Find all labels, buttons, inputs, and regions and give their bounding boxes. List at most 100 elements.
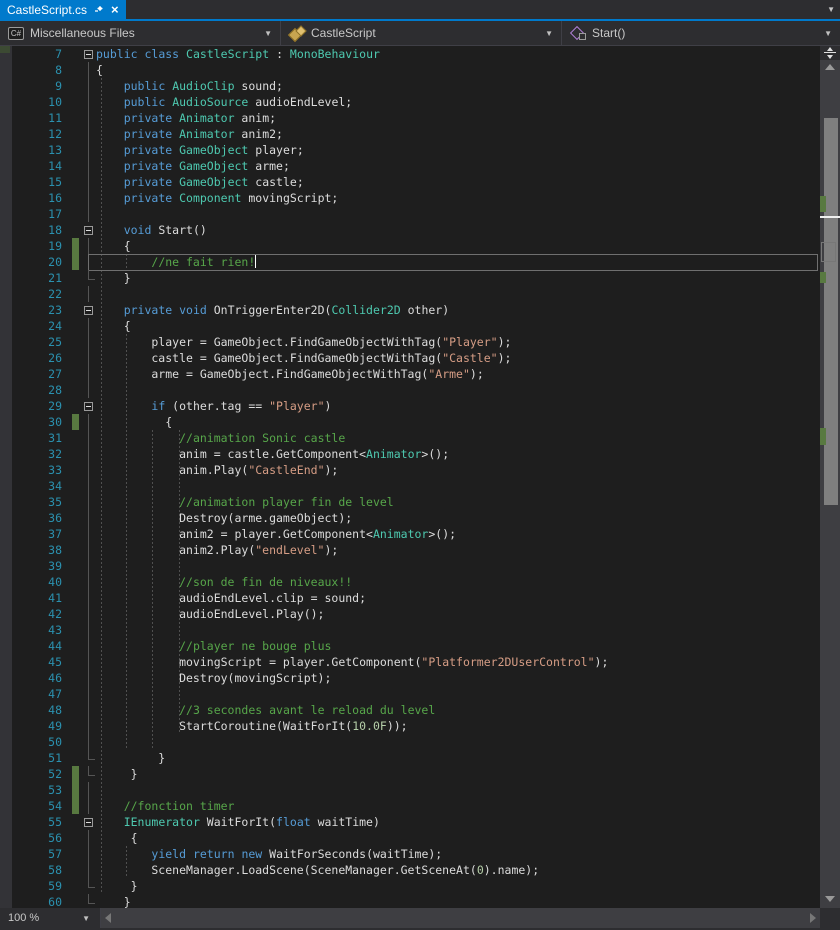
- code-line[interactable]: 26 castle = GameObject.FindGameObjectWit…: [0, 350, 820, 366]
- outlining-margin: [82, 366, 96, 382]
- code-line[interactable]: 40 //son de fin de niveaux!!: [0, 574, 820, 590]
- code-line[interactable]: 39: [0, 558, 820, 574]
- code-text: StartCoroutine(WaitForIt(10.0F));: [96, 718, 408, 734]
- code-line[interactable]: 48 //3 secondes avant le reload du level: [0, 702, 820, 718]
- vertical-scrollbar[interactable]: [820, 46, 840, 908]
- tab-label: CastleScript.cs: [7, 3, 87, 17]
- code-line[interactable]: 25 player = GameObject.FindGameObjectWit…: [0, 334, 820, 350]
- outlining-margin: [82, 334, 96, 350]
- outlining-margin[interactable]: [82, 302, 96, 318]
- code-line[interactable]: 24 {: [0, 318, 820, 334]
- fold-toggle-icon[interactable]: [84, 50, 93, 59]
- bottom-bar: 100 % ▼: [0, 908, 840, 930]
- scrollbar-corner: [820, 908, 840, 928]
- line-number: 49: [0, 718, 62, 734]
- code-line[interactable]: 49 StartCoroutine(WaitForIt(10.0F));: [0, 718, 820, 734]
- pin-icon[interactable]: [94, 5, 104, 15]
- outlining-margin[interactable]: [82, 814, 96, 830]
- code-line[interactable]: 52 }: [0, 766, 820, 782]
- member-dropdown[interactable]: Start() ▼: [562, 21, 840, 45]
- fold-toggle-icon[interactable]: [84, 818, 93, 827]
- code-line[interactable]: 32 anim = castle.GetComponent<Animator>(…: [0, 446, 820, 462]
- code-line[interactable]: 18 void Start(): [0, 222, 820, 238]
- code-line[interactable]: 19 {: [0, 238, 820, 254]
- scroll-left-icon[interactable]: [105, 913, 111, 923]
- line-number: 17: [0, 206, 62, 222]
- code-line[interactable]: 13 private GameObject player;: [0, 142, 820, 158]
- code-line[interactable]: 60 }: [0, 894, 820, 908]
- code-line[interactable]: 9 public AudioClip sound;: [0, 78, 820, 94]
- code-line[interactable]: 41 audioEndLevel.clip = sound;: [0, 590, 820, 606]
- code-line[interactable]: 28: [0, 382, 820, 398]
- line-number: 46: [0, 670, 62, 686]
- code-line[interactable]: 56 {: [0, 830, 820, 846]
- code-line[interactable]: 58 SceneManager.LoadScene(SceneManager.G…: [0, 862, 820, 878]
- change-bar-empty: [72, 478, 79, 494]
- type-dropdown[interactable]: CastleScript ▼: [281, 21, 562, 45]
- line-number: 37: [0, 526, 62, 542]
- code-line[interactable]: 11 private Animator anim;: [0, 110, 820, 126]
- code-line[interactable]: 46 Destroy(movingScript);: [0, 670, 820, 686]
- code-line[interactable]: 23 private void OnTriggerEnter2D(Collide…: [0, 302, 820, 318]
- code-line[interactable]: 27 arme = GameObject.FindGameObjectWithT…: [0, 366, 820, 382]
- scroll-up-icon[interactable]: [825, 64, 835, 70]
- change-bar-empty: [72, 686, 79, 702]
- code-line[interactable]: 30 {: [0, 414, 820, 430]
- code-text: //son de fin de niveaux!!: [96, 574, 352, 590]
- code-line[interactable]: 21 }: [0, 270, 820, 286]
- tab-overflow-dropdown-icon[interactable]: ▼: [827, 5, 835, 14]
- change-bar: [72, 766, 79, 782]
- code-line[interactable]: 57 yield return new WaitForSeconds(waitT…: [0, 846, 820, 862]
- code-line[interactable]: 7public class CastleScript : MonoBehavio…: [0, 46, 820, 62]
- code-line[interactable]: 22: [0, 286, 820, 302]
- scroll-down-icon[interactable]: [825, 896, 835, 902]
- close-icon[interactable]: ×: [111, 3, 119, 16]
- fold-toggle-icon[interactable]: [84, 306, 93, 315]
- code-line[interactable]: 54 //fonction timer: [0, 798, 820, 814]
- scrollbar-thumb[interactable]: [824, 118, 838, 505]
- code-line[interactable]: 15 private GameObject castle;: [0, 174, 820, 190]
- horizontal-scrollbar[interactable]: [101, 908, 820, 928]
- code-line[interactable]: 51 }: [0, 750, 820, 766]
- code-line[interactable]: 44 //player ne bouge plus: [0, 638, 820, 654]
- code-line[interactable]: 38 anim2.Play("endLevel");: [0, 542, 820, 558]
- outlining-margin[interactable]: [82, 222, 96, 238]
- change-bar-empty: [72, 846, 79, 862]
- fold-toggle-icon[interactable]: [84, 226, 93, 235]
- code-editor[interactable]: 7public class CastleScript : MonoBehavio…: [0, 46, 840, 908]
- code-line[interactable]: 53: [0, 782, 820, 798]
- fold-toggle-icon[interactable]: [84, 402, 93, 411]
- code-line[interactable]: 31 //animation Sonic castle: [0, 430, 820, 446]
- code-line[interactable]: 45 movingScript = player.GetComponent("P…: [0, 654, 820, 670]
- code-line[interactable]: 17: [0, 206, 820, 222]
- code-line[interactable]: 55 IEnumerator WaitForIt(float waitTime): [0, 814, 820, 830]
- project-dropdown[interactable]: C# Miscellaneous Files ▼: [0, 21, 281, 45]
- code-line[interactable]: 34: [0, 478, 820, 494]
- code-line[interactable]: 37 anim2 = player.GetComponent<Animator>…: [0, 526, 820, 542]
- code-line[interactable]: 59 }: [0, 878, 820, 894]
- code-line[interactable]: 8{: [0, 62, 820, 78]
- code-line[interactable]: 10 public AudioSource audioEndLevel;: [0, 94, 820, 110]
- code-line[interactable]: 29 if (other.tag == "Player"): [0, 398, 820, 414]
- code-text: public AudioClip sound;: [96, 78, 283, 94]
- code-line[interactable]: 20 //ne fait rien!: [0, 254, 820, 270]
- code-line[interactable]: 14 private GameObject arme;: [0, 158, 820, 174]
- code-line[interactable]: 35 //animation player fin de level: [0, 494, 820, 510]
- zoom-control[interactable]: 100 % ▼: [0, 908, 101, 928]
- splitter-handle-icon[interactable]: [820, 46, 840, 60]
- code-line[interactable]: 12 private Animator anim2;: [0, 126, 820, 142]
- code-line[interactable]: 50: [0, 734, 820, 750]
- outlining-margin[interactable]: [82, 398, 96, 414]
- code-line[interactable]: 43: [0, 622, 820, 638]
- change-mark: [820, 196, 826, 212]
- code-line[interactable]: 36 Destroy(arme.gameObject);: [0, 510, 820, 526]
- code-line[interactable]: 33 anim.Play("CastleEnd");: [0, 462, 820, 478]
- tab-castlescript[interactable]: CastleScript.cs ×: [0, 0, 126, 19]
- code-line[interactable]: 47: [0, 686, 820, 702]
- scroll-right-icon[interactable]: [810, 913, 816, 923]
- code-line[interactable]: 42 audioEndLevel.Play();: [0, 606, 820, 622]
- code-text: public class CastleScript : MonoBehaviou…: [96, 46, 380, 62]
- line-number: 19: [0, 238, 62, 254]
- code-line[interactable]: 16 private Component movingScript;: [0, 190, 820, 206]
- outlining-margin[interactable]: [82, 46, 96, 62]
